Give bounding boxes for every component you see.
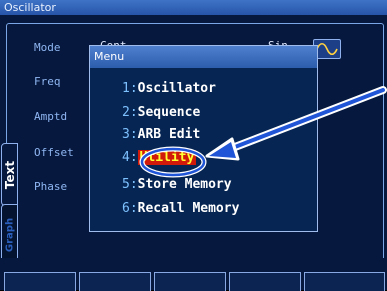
menu-title: Menu <box>90 46 317 68</box>
param-phase[interactable]: Phase <box>34 180 67 193</box>
tab-graph[interactable]: Graph <box>1 204 18 266</box>
window-title: Oscillator <box>4 1 56 14</box>
tab-text-label: Text <box>2 160 17 189</box>
menu-item-label: Recall Memory <box>137 201 240 216</box>
menu-item-number: 3: <box>122 127 138 142</box>
menu-item-number: 6: <box>122 201 138 216</box>
softkey-4[interactable] <box>229 272 301 291</box>
menu-item-oscillator[interactable]: 1:Oscillator <box>122 81 216 96</box>
menu-item-number: 5: <box>122 177 138 192</box>
menu-item-number: 4: <box>122 150 138 165</box>
softkey-5[interactable] <box>304 272 385 291</box>
param-freq[interactable]: Freq <box>34 75 61 88</box>
softkey-3[interactable] <box>154 272 226 291</box>
tab-text[interactable]: Text <box>1 143 18 206</box>
menu-item-recall-memory[interactable]: 6:Recall Memory <box>122 201 239 216</box>
param-amptd[interactable]: Amptd <box>34 110 67 123</box>
menu-item-store-memory[interactable]: 5:Store Memory <box>122 177 232 192</box>
window-titlebar: Oscillator <box>0 0 387 15</box>
menu-item-label: Sequence <box>137 105 201 120</box>
menu-item-label: ARB Edit <box>137 127 201 142</box>
menu-item-utility[interactable]: 4: Utility <box>122 150 197 165</box>
param-mode[interactable]: Mode <box>34 41 61 54</box>
menu-item-label: Oscillator <box>137 81 216 96</box>
param-offset[interactable]: Offset <box>34 146 74 159</box>
softkey-2[interactable] <box>79 272 151 291</box>
tab-graph-label: Graph <box>4 217 15 253</box>
menu-item-label-highlighted: Utility <box>137 150 197 165</box>
softkey-1[interactable] <box>4 272 76 291</box>
menu-item-label: Store Memory <box>137 177 232 192</box>
menu-dialog: Menu 1:Oscillator 2:Sequence 3:ARB Edit … <box>89 45 318 232</box>
menu-item-sequence[interactable]: 2:Sequence <box>122 105 200 120</box>
menu-item-arb-edit[interactable]: 3:ARB Edit <box>122 127 200 142</box>
menu-item-number: 2: <box>122 105 138 120</box>
menu-item-number: 1: <box>122 81 138 96</box>
